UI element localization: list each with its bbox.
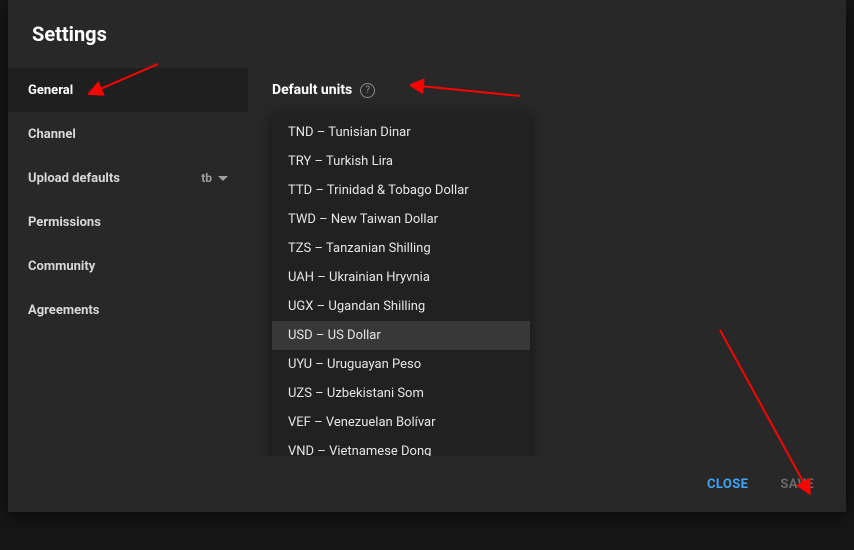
save-button[interactable]: SAVE: [768, 469, 826, 500]
sidebar-item-label: Permissions: [28, 215, 101, 230]
currency-option[interactable]: USD – US Dollar: [272, 321, 530, 350]
dialog-body: General Channel Upload defaults tb Permi…: [8, 64, 846, 512]
currency-option[interactable]: UZS – Uzbekistani Som: [272, 379, 530, 408]
chevron-down-icon: [218, 176, 228, 181]
close-button[interactable]: CLOSE: [695, 469, 760, 500]
settings-sidebar: General Channel Upload defaults tb Permi…: [8, 64, 248, 512]
currency-option[interactable]: UAH – Ukrainian Hryvnia: [272, 263, 530, 292]
currency-option[interactable]: TRY – Turkish Lira: [272, 147, 530, 176]
settings-main: Default units ? TND – Tunisian DinarTRY …: [248, 64, 846, 512]
dialog-title: Settings: [32, 22, 822, 46]
settings-dialog: Settings General Channel Upload defaults…: [8, 0, 846, 512]
sidebar-item-label: General: [28, 83, 73, 98]
currency-option[interactable]: VEF – Venezuelan Bolívar: [272, 408, 530, 437]
currency-option[interactable]: TZS – Tanzanian Shilling: [272, 234, 530, 263]
sidebar-item-upload-defaults[interactable]: Upload defaults tb: [8, 156, 248, 200]
sidebar-item-permissions[interactable]: Permissions: [8, 200, 248, 244]
sidebar-item-label: Upload defaults: [28, 171, 120, 186]
sidebar-item-general[interactable]: General: [8, 68, 248, 112]
currency-option[interactable]: UYU – Uruguayan Peso: [272, 350, 530, 379]
sidebar-item-community[interactable]: Community: [8, 244, 248, 288]
currency-dropdown[interactable]: TND – Tunisian DinarTRY – Turkish LiraTT…: [272, 112, 530, 512]
currency-option[interactable]: TTD – Trinidad & Tobago Dollar: [272, 176, 530, 205]
sidebar-item-channel[interactable]: Channel: [8, 112, 248, 156]
sidebar-item-label: Community: [28, 259, 95, 274]
sidebar-item-label: Agreements: [28, 303, 100, 318]
currency-option[interactable]: UGX – Ugandan Shilling: [272, 292, 530, 321]
dialog-footer: CLOSE SAVE: [8, 456, 846, 512]
section-title: Default units: [272, 82, 352, 98]
currency-option[interactable]: TND – Tunisian Dinar: [272, 118, 530, 147]
sidebar-item-agreements[interactable]: Agreements: [8, 288, 248, 332]
dialog-header: Settings: [8, 0, 846, 64]
help-icon[interactable]: ?: [360, 83, 375, 98]
tubebuddy-badge: tb: [201, 171, 212, 185]
sidebar-item-label: Channel: [28, 127, 76, 142]
section-header: Default units ?: [272, 82, 822, 98]
currency-option[interactable]: TWD – New Taiwan Dollar: [272, 205, 530, 234]
